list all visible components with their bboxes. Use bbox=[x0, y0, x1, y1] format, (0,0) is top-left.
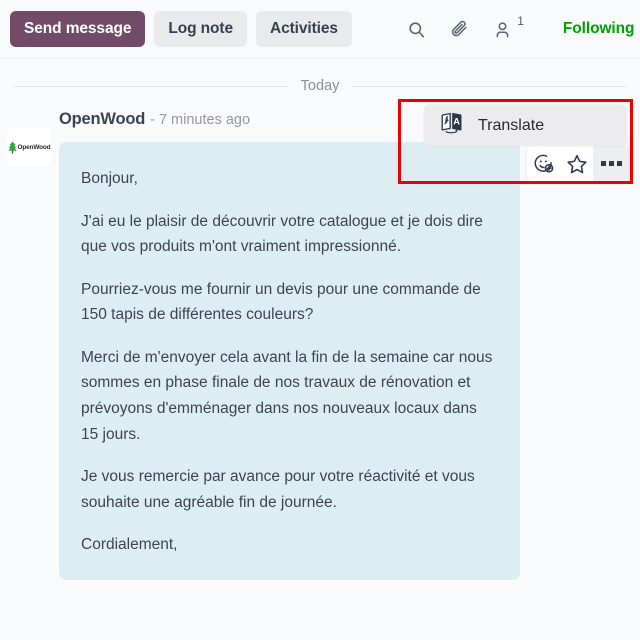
separator-line-left bbox=[14, 85, 288, 87]
avatar-wordmark: OpenWood bbox=[17, 143, 51, 151]
message-paragraph: Pourriez-vous me fournir un devis pour u… bbox=[81, 280, 481, 324]
date-separator-label: Today bbox=[300, 78, 340, 94]
separator-line-right bbox=[352, 85, 627, 87]
message-paragraph: J'ai eu le plaisir de découvrir votre ca… bbox=[81, 212, 483, 256]
activities-button[interactable]: Activities bbox=[256, 11, 352, 47]
topbar-icon-group: 1 bbox=[405, 14, 524, 42]
translate-icon: A bbox=[440, 112, 463, 140]
star-icon[interactable] bbox=[560, 146, 593, 181]
avatar[interactable]: OpenWood bbox=[7, 128, 51, 166]
openwood-logo: OpenWood bbox=[7, 141, 51, 154]
log-note-button[interactable]: Log note bbox=[154, 11, 247, 47]
translate-tooltip[interactable]: A Translate bbox=[424, 105, 627, 146]
paperclip-icon[interactable] bbox=[448, 16, 472, 42]
message-author[interactable]: OpenWood bbox=[59, 110, 145, 129]
message-bubble: Bonjour, J'ai eu le plaisir de découvrir… bbox=[59, 142, 520, 580]
ellipsis-icon[interactable] bbox=[593, 146, 629, 181]
followers-icon[interactable]: 1 bbox=[491, 14, 524, 42]
chatter-topbar: Send message Log note Activities 1 Follo… bbox=[0, 0, 640, 59]
date-separator: Today bbox=[0, 71, 640, 101]
message-paragraph: Merci de m'envoyer cela avant la fin de … bbox=[81, 348, 493, 443]
translate-label: Translate bbox=[478, 116, 545, 134]
message-paragraph: Je vous remercie par avance pour votre r… bbox=[81, 468, 475, 511]
following-toggle[interactable]: Following bbox=[563, 20, 635, 38]
send-message-button[interactable]: Send message bbox=[10, 11, 146, 47]
ellipsis-dots bbox=[600, 161, 622, 166]
tree-icon bbox=[7, 141, 17, 154]
follower-count-badge: 1 bbox=[517, 14, 524, 28]
add-reaction-icon[interactable] bbox=[527, 146, 560, 181]
message-paragraph: Bonjour, bbox=[81, 170, 138, 187]
message-timestamp: - 7 minutes ago bbox=[150, 112, 251, 128]
svg-text:A: A bbox=[453, 116, 460, 126]
search-icon[interactable] bbox=[405, 16, 429, 42]
message-actions-toolbar bbox=[527, 146, 629, 181]
message-paragraph: Cordialement, bbox=[81, 536, 178, 554]
